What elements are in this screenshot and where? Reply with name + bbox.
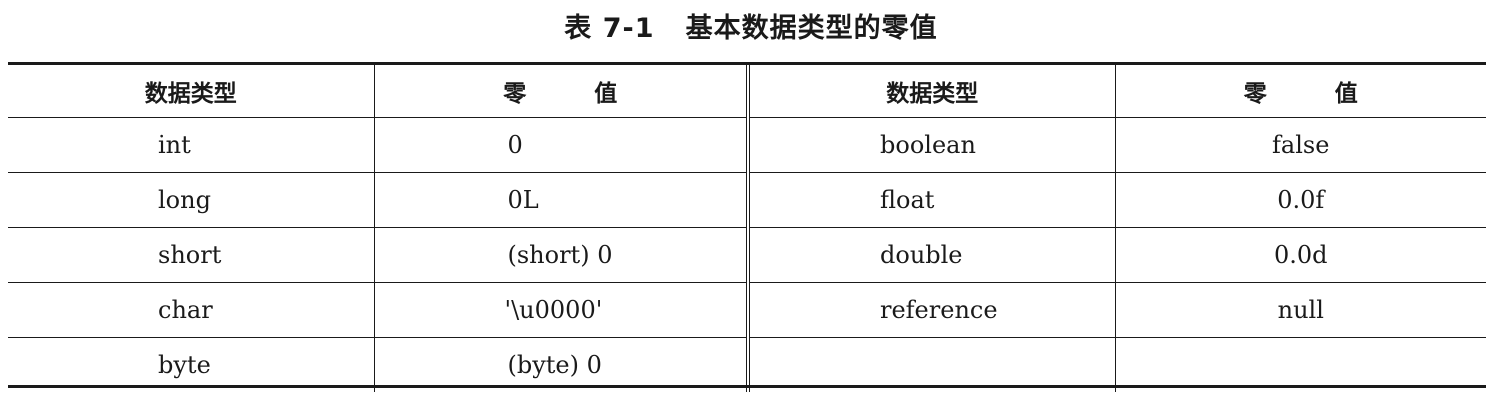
cell-right-zero: null [1114,282,1486,338]
cell-right-type [747,337,1116,392]
cell-left-type: int [8,117,375,173]
header-left-zero: 零 值 [373,65,750,118]
cell-left-zero: '\u0000' [373,282,750,338]
cell-left-zero: 0L [373,172,750,228]
table-row: byte (byte) 0 [8,337,1486,392]
table-caption: 表 7-1 基本数据类型的零值 [564,13,938,44]
cell-left-zero: 0 [373,117,750,173]
data-table: 数据类型 零 值 数据类型 零 值 int 0 boolean false lo… [8,65,1486,392]
cell-left-zero: (short) 0 [373,227,750,283]
zero-values-table: 数据类型 零 值 数据类型 零 值 int 0 boolean false lo… [8,62,1486,392]
cell-right-zero [1114,337,1486,392]
cell-right-type: reference [747,282,1116,338]
cell-right-zero: 0.0f [1114,172,1486,228]
table-row: short (short) 0 double 0.0d [8,227,1486,283]
cell-left-type: byte [8,337,375,392]
cell-right-type: boolean [747,117,1116,173]
table-row: char '\u0000' reference null [8,282,1486,338]
table-row: long 0L float 0.0f [8,172,1486,228]
cell-right-zero: 0.0d [1114,227,1486,283]
cell-left-type: char [8,282,375,338]
header-left-type: 数据类型 [8,65,375,118]
table-row: int 0 boolean false [8,117,1486,173]
cell-right-type: float [747,172,1116,228]
cell-right-type: double [747,227,1116,283]
cell-left-type: long [8,172,375,228]
header-right-type: 数据类型 [747,65,1116,118]
cell-right-zero: false [1114,117,1486,173]
cell-left-zero: (byte) 0 [373,337,750,392]
cell-left-type: short [8,227,375,283]
table-header-row: 数据类型 零 值 数据类型 零 值 [8,65,1486,118]
header-right-zero: 零 值 [1114,65,1486,118]
